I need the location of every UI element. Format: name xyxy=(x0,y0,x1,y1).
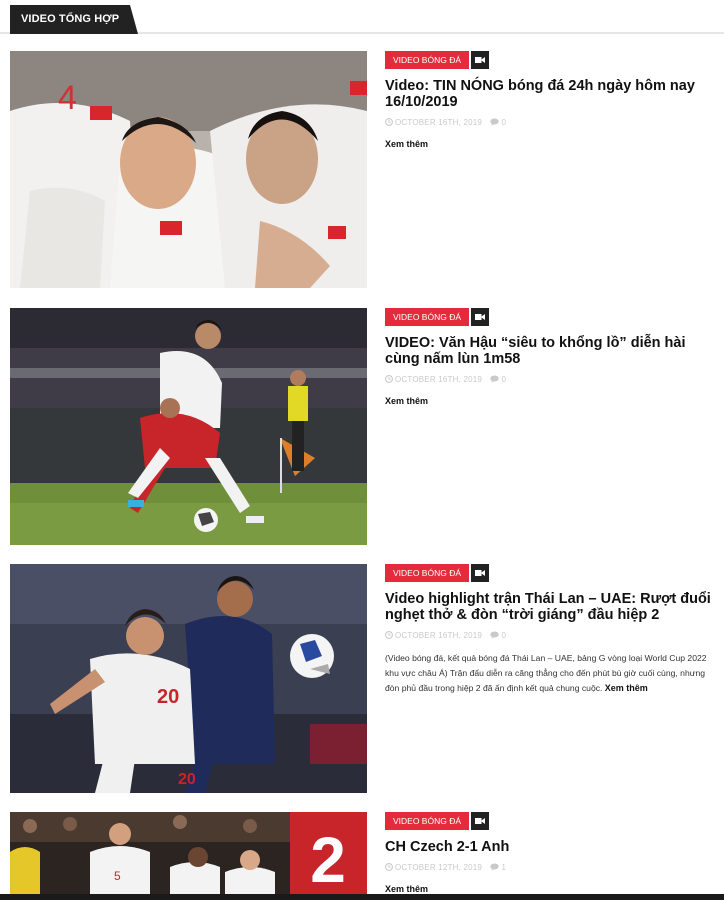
post-image: 4 xyxy=(10,51,367,288)
post-title[interactable]: VIDEO: Văn Hậu “siêu to khổng lồ” diễn h… xyxy=(385,335,720,367)
video-camera-icon[interactable] xyxy=(471,564,490,582)
post-thumbnail[interactable]: 20 20 xyxy=(10,564,367,793)
post-title[interactable]: CH Czech 2-1 Anh xyxy=(385,839,720,855)
post-date: OCTOBER 16TH, 2019 xyxy=(395,375,483,384)
post-info: VIDEO BÓNG ĐÁ CH Czech 2-1 Anh OCTOBER 1… xyxy=(385,812,720,894)
read-more-link[interactable]: Xem thêm xyxy=(385,884,720,894)
read-more-link[interactable]: Xem thêm xyxy=(385,396,720,406)
post-excerpt-text: (Video bóng đá, kết quả bóng đá Thái Lan… xyxy=(385,653,707,693)
post-meta: OCTOBER 16TH, 2019 0 xyxy=(385,375,720,385)
post-date: OCTOBER 12TH, 2019 xyxy=(395,863,483,872)
category-badge[interactable]: VIDEO BÓNG ĐÁ xyxy=(385,308,470,326)
post-item: 5 2 VIDEO BÓNG ĐÁ CH Czech 2-1 Anh OCTOB… xyxy=(10,812,724,896)
post-image: 20 20 xyxy=(10,564,367,793)
post-tags: VIDEO BÓNG ĐÁ xyxy=(385,812,720,830)
section-header: VIDEO TỔNG HỢP xyxy=(0,0,724,34)
svg-text:5: 5 xyxy=(114,869,121,883)
video-camera-icon[interactable] xyxy=(471,51,490,69)
svg-text:20: 20 xyxy=(157,686,179,708)
section-title: VIDEO TỔNG HỢP xyxy=(10,5,139,34)
clock-icon xyxy=(385,631,393,639)
comment-count[interactable]: 1 xyxy=(501,863,506,872)
clock-icon xyxy=(385,375,393,383)
post-meta: OCTOBER 16TH, 2019 0 xyxy=(385,118,720,128)
video-camera-icon[interactable] xyxy=(471,308,490,326)
comment-icon xyxy=(490,375,500,383)
post-info: VIDEO BÓNG ĐÁ VIDEO: Văn Hậu “siêu to kh… xyxy=(385,308,720,406)
comment-count[interactable]: 0 xyxy=(501,631,506,640)
post-meta: OCTOBER 12TH, 2019 1 xyxy=(385,863,720,873)
post-thumbnail[interactable]: 4 xyxy=(10,51,367,288)
post-title[interactable]: Video: TIN NÓNG bóng đá 24h ngày hôm nay… xyxy=(385,78,720,110)
post-item: 20 20 VIDEO BÓNG ĐÁ Video highlight trận… xyxy=(10,564,724,804)
post-image: 5 2 xyxy=(10,812,367,896)
post-tags: VIDEO BÓNG ĐÁ xyxy=(385,308,720,326)
post-excerpt: (Video bóng đá, kết quả bóng đá Thái Lan… xyxy=(385,651,720,696)
video-camera-icon[interactable] xyxy=(471,812,490,830)
post-info: VIDEO BÓNG ĐÁ Video: TIN NÓNG bóng đá 24… xyxy=(385,51,720,149)
clock-icon xyxy=(385,118,393,126)
post-item: 4 VIDEO BÓNG ĐÁ Video: TIN NÓNG bóng đá … xyxy=(10,51,724,291)
post-thumbnail[interactable]: 5 2 xyxy=(10,812,367,896)
clock-icon xyxy=(385,863,393,871)
post-info: VIDEO BÓNG ĐÁ Video highlight trận Thái … xyxy=(385,564,720,696)
svg-text:20: 20 xyxy=(178,771,196,788)
read-more-link[interactable]: Xem thêm xyxy=(605,683,648,693)
svg-text:4: 4 xyxy=(58,79,77,117)
category-badge[interactable]: VIDEO BÓNG ĐÁ xyxy=(385,564,470,582)
comment-count[interactable]: 0 xyxy=(501,375,506,384)
comment-icon xyxy=(490,863,500,871)
post-date: OCTOBER 16TH, 2019 xyxy=(395,118,483,127)
post-tags: VIDEO BÓNG ĐÁ xyxy=(385,564,720,582)
category-badge[interactable]: VIDEO BÓNG ĐÁ xyxy=(385,51,470,69)
post-date: OCTOBER 16TH, 2019 xyxy=(395,631,483,640)
score-graphic: 2 xyxy=(310,824,346,896)
category-badge[interactable]: VIDEO BÓNG ĐÁ xyxy=(385,812,470,830)
post-image xyxy=(10,308,367,545)
post-thumbnail[interactable] xyxy=(10,308,367,545)
post-tags: VIDEO BÓNG ĐÁ xyxy=(385,51,720,69)
comment-count[interactable]: 0 xyxy=(501,118,506,127)
read-more-link[interactable]: Xem thêm xyxy=(385,139,720,149)
comment-icon xyxy=(490,631,500,639)
post-item: VIDEO BÓNG ĐÁ VIDEO: Văn Hậu “siêu to kh… xyxy=(10,308,724,548)
post-meta: OCTOBER 16TH, 2019 0 xyxy=(385,631,720,641)
comment-icon xyxy=(490,118,500,126)
post-title[interactable]: Video highlight trận Thái Lan – UAE: Rượ… xyxy=(385,591,720,623)
bottom-bar xyxy=(0,894,724,900)
